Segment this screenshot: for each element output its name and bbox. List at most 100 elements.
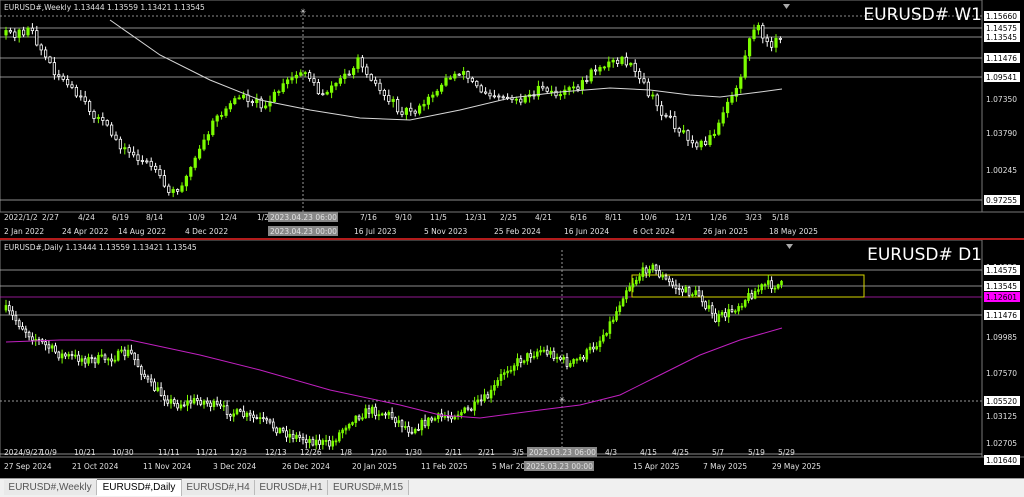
daily-candle <box>628 286 631 292</box>
weekly-top-date: 12/31 <box>465 213 487 222</box>
daily-candle <box>252 414 255 418</box>
weekly-candle <box>167 185 171 193</box>
daily-candle <box>724 312 727 318</box>
daily-candle <box>483 394 486 402</box>
weekly-candle <box>8 30 12 33</box>
weekly-candle <box>365 66 369 75</box>
daily-candle <box>361 417 364 420</box>
daily-candle <box>143 373 146 378</box>
daily-chart-canvas[interactable]: ✳1.148501.145751.135451.126011.114761.09… <box>0 240 1024 477</box>
daily-candle <box>113 359 117 362</box>
tab-eurusd-daily[interactable]: EURUSD#,Daily <box>97 479 182 496</box>
weekly-price-label: 1.13545 <box>986 33 1017 42</box>
daily-candle <box>496 380 499 386</box>
weekly-candle <box>307 72 312 80</box>
weekly-top-date: 4/21 <box>535 213 552 222</box>
daily-candle <box>182 404 186 407</box>
tab-eurusd-weekly[interactable]: EURUSD#,Weekly <box>4 480 97 495</box>
daily-candle <box>202 400 206 405</box>
tab-eurusd-h4[interactable]: EURUSD#,H4 <box>182 480 255 495</box>
tab-eurusd-m15[interactable]: EURUSD#,M15 <box>328 480 409 495</box>
daily-candle <box>14 314 18 322</box>
daily-top-date: 12/3 <box>230 448 247 457</box>
daily-candle <box>526 353 529 362</box>
weekly-candle <box>572 86 576 89</box>
weekly-chart-pane[interactable]: ✳ 1.15660 1.14575 1.13545 1.11476 1.09541 1.07… <box>0 0 1024 238</box>
weekly-candle <box>369 73 373 81</box>
weekly-candle <box>373 79 378 84</box>
daily-candle <box>760 284 763 291</box>
daily-candle <box>701 295 704 303</box>
weekly-top-date: 9/10 <box>395 213 412 222</box>
daily-candle <box>357 415 361 420</box>
weekly-candle <box>435 90 439 96</box>
daily-bottom-date: 21 Oct 2024 <box>72 462 119 471</box>
weekly-top-date: 10/6 <box>640 213 657 222</box>
weekly-candle <box>545 87 549 92</box>
weekly-candle <box>351 68 356 75</box>
weekly-candle <box>730 95 734 103</box>
weekly-bottom-date: 18 May 2025 <box>769 227 818 236</box>
daily-candle <box>578 356 582 360</box>
tab-eurusd-h1[interactable]: EURUSD#,H1 <box>255 480 328 495</box>
weekly-candle <box>444 77 448 86</box>
weekly-bottom-date: 25 Feb 2024 <box>494 227 541 236</box>
daily-candle <box>420 419 424 431</box>
daily-candle <box>146 376 150 380</box>
weekly-candle <box>74 86 78 97</box>
daily-candle <box>130 349 133 354</box>
daily-candle <box>331 440 334 447</box>
daily-candle <box>265 418 268 421</box>
daily-candle <box>301 436 305 441</box>
daily-top-date: 1/20 <box>370 448 387 457</box>
weekly-candle <box>629 62 633 66</box>
daily-candle <box>410 431 414 434</box>
daily-candle <box>747 293 750 301</box>
weekly-price-label: 1.15660 <box>986 12 1017 21</box>
daily-candle <box>542 349 546 352</box>
weekly-candle <box>13 31 17 38</box>
daily-candle <box>757 289 760 292</box>
daily-candle <box>687 287 691 296</box>
weekly-top-date: 8/11 <box>605 213 622 222</box>
weekly-candle <box>726 101 730 114</box>
daily-candle <box>139 366 143 375</box>
daily-candle <box>740 305 744 308</box>
daily-candle <box>615 311 618 321</box>
daily-candle <box>97 354 100 364</box>
weekly-candle <box>114 134 118 140</box>
daily-price-label: 1.14575 <box>986 266 1017 275</box>
weekly-candle <box>360 57 365 68</box>
daily-candle <box>562 356 565 360</box>
daily-candle <box>100 354 104 357</box>
daily-chart-pane[interactable]: ✳1.148501.145751.135451.126011.114761.09… <box>0 240 1024 477</box>
daily-candle <box>7 305 11 312</box>
weekly-candle <box>519 98 523 103</box>
weekly-candle <box>761 24 765 39</box>
daily-candle <box>215 400 219 405</box>
weekly-candle <box>461 71 466 75</box>
daily-candle <box>737 306 740 312</box>
weekly-top-date: 6/19 <box>112 213 129 222</box>
daily-price-label: 1.12601 <box>986 293 1017 302</box>
weekly-candle <box>712 133 717 136</box>
weekly-chart-canvas[interactable]: ✳ 1.15660 1.145751.13545 1.11476 1.09541 1.07… <box>0 0 1024 238</box>
daily-candle <box>238 409 242 412</box>
daily-top-date: 2/21 <box>478 448 495 457</box>
daily-top-date: 2/11 <box>445 448 462 457</box>
daily-candle <box>509 369 513 372</box>
daily-candle <box>776 284 780 289</box>
daily-candle <box>469 408 473 411</box>
daily-candle <box>380 413 384 416</box>
daily-candle <box>351 422 354 425</box>
daily-candle <box>539 350 542 353</box>
daily-candle <box>17 320 21 328</box>
weekly-bottom-date: 2 Jan 2022 <box>4 227 44 236</box>
daily-candle <box>163 395 166 401</box>
weekly-candle <box>602 66 607 69</box>
weekly-price-label: 1.09541 <box>986 73 1017 82</box>
weekly-candle <box>479 85 483 93</box>
weekly-candle <box>395 99 400 113</box>
weekly-candle <box>237 97 241 100</box>
daily-candle <box>212 400 216 407</box>
